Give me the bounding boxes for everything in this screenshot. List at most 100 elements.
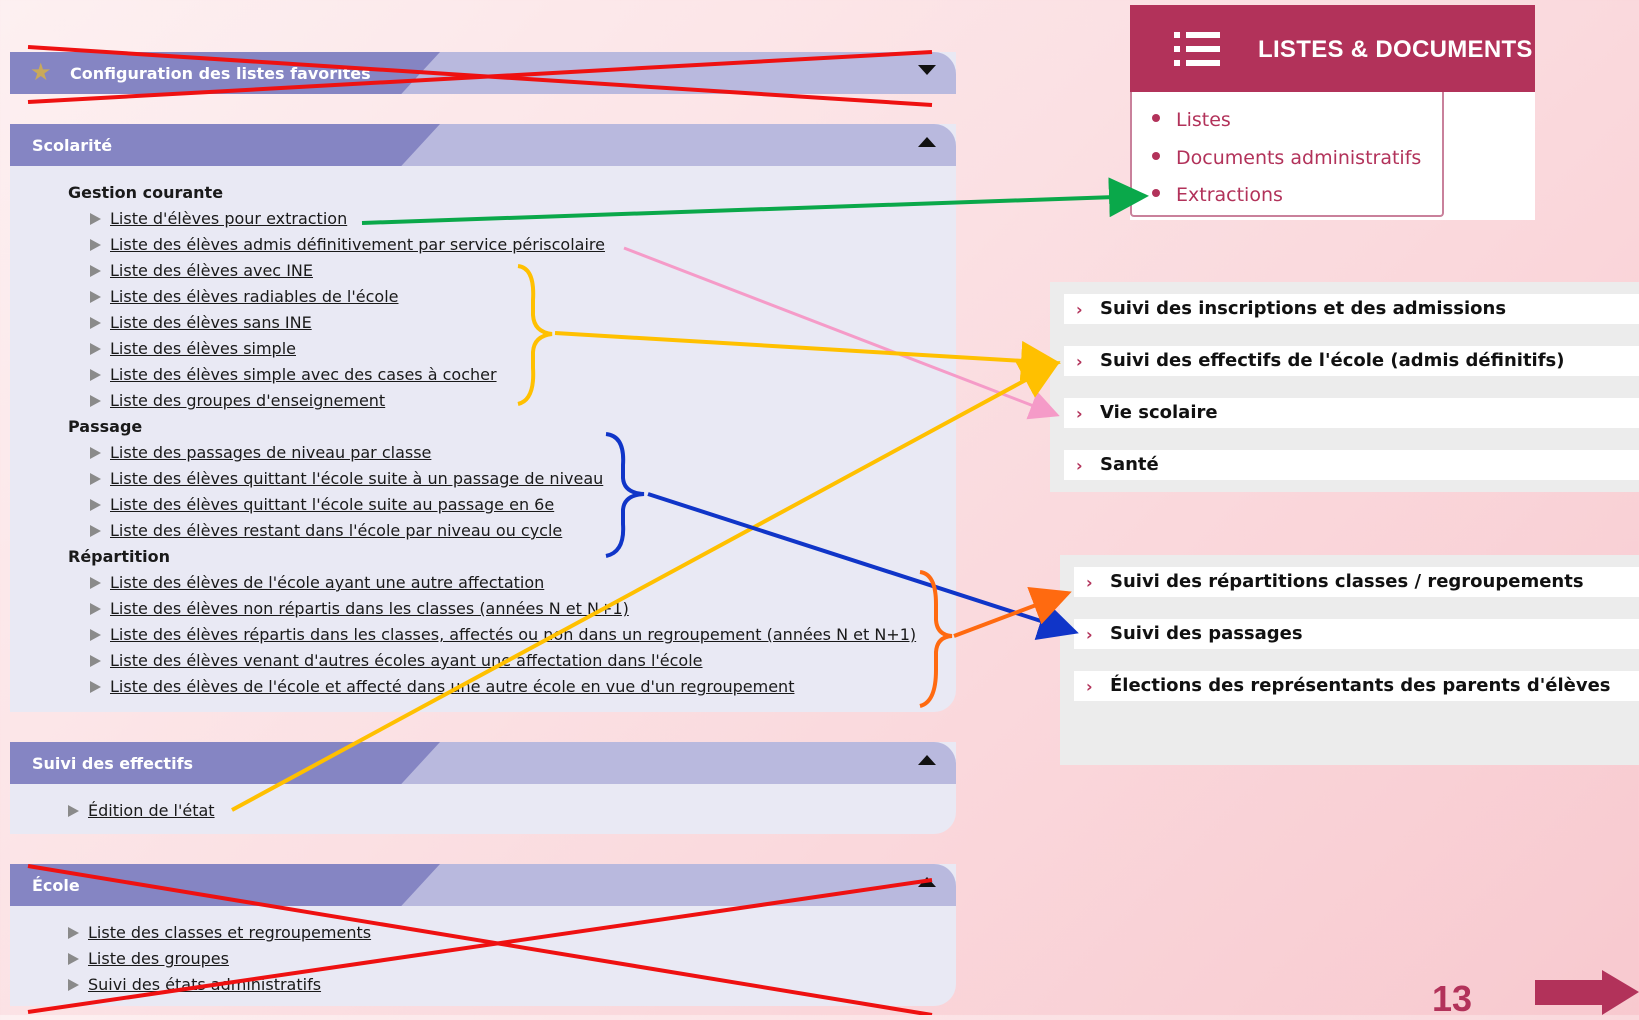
bullet-triangle-icon <box>90 265 101 277</box>
chevron-right-icon: › <box>1076 300 1083 319</box>
bullet-triangle-icon <box>68 927 79 939</box>
list-item: Liste des élèves avec INE <box>90 261 313 280</box>
bullet-triangle-icon <box>90 629 101 641</box>
menu-item-listes[interactable]: Listes <box>1152 109 1231 131</box>
bullet-triangle-icon <box>90 317 101 329</box>
bullet-triangle-icon <box>90 447 101 459</box>
chevron-right-icon: › <box>1076 352 1083 371</box>
suivi-effectifs-panel-header[interactable]: Suivi des effectifs <box>10 742 956 784</box>
bullet-triangle-icon <box>90 291 101 303</box>
list-link[interactable]: Liste des élèves avec INE <box>110 261 313 280</box>
chevron-up-icon[interactable] <box>918 877 936 887</box>
bullet-triangle-icon <box>90 603 101 615</box>
page-number: 13 <box>1432 978 1473 1019</box>
list-item: Liste des élèves de l'école et affecté d… <box>90 677 794 696</box>
list-icon <box>1174 32 1220 66</box>
list-item: Liste des élèves répartis dans les class… <box>90 625 916 644</box>
accordion-bottom: › Suivi des répartitions classes / regrou… <box>1060 555 1639 765</box>
menu-item-label: Documents administratifs <box>1176 147 1422 169</box>
list-item: Liste des élèves admis définitivement pa… <box>90 235 605 254</box>
scolarite-panel-header[interactable]: Scolarité <box>10 124 956 166</box>
list-link[interactable]: Liste des groupes d'enseignement <box>110 391 385 410</box>
chevron-right-icon: › <box>1076 456 1083 475</box>
menu-item-extractions[interactable]: Extractions <box>1152 184 1283 206</box>
bullet-triangle-icon <box>90 239 101 251</box>
list-item: Liste des élèves sans INE <box>90 313 312 332</box>
favorites-panel: ★ Configuration des listes favorites <box>10 52 956 94</box>
list-link[interactable]: Liste des classes et regroupements <box>88 923 371 942</box>
bullet-triangle-icon <box>90 681 101 693</box>
list-link[interactable]: Liste des passages de niveau par classe <box>110 443 431 462</box>
chevron-up-icon[interactable] <box>918 755 936 765</box>
list-item: Suivi des états administratifs <box>68 975 321 994</box>
list-item: Liste des élèves simple avec des cases à… <box>90 365 497 384</box>
chevron-up-icon[interactable] <box>918 137 936 147</box>
list-item: Liste des élèves simple <box>90 339 296 358</box>
accordion-label: Suivi des effectifs de l'école (admis dé… <box>1100 350 1565 371</box>
list-link[interactable]: Liste des élèves répartis dans les class… <box>110 625 916 644</box>
list-link[interactable]: Liste des élèves venant d'autres écoles … <box>110 651 703 670</box>
list-link[interactable]: Liste des élèves restant dans l'école pa… <box>110 521 562 540</box>
ecole-panel-header[interactable]: École <box>10 864 956 906</box>
list-link[interactable]: Liste des élèves non répartis dans les c… <box>110 599 629 618</box>
accordion-label: Suivi des inscriptions et des admissions <box>1100 298 1507 319</box>
next-arrow-icon[interactable] <box>1530 970 1639 1015</box>
accordion-item[interactable]: › Suivi des répartitions classes / regrou… <box>1074 567 1639 597</box>
list-item: Liste des groupes <box>68 949 229 968</box>
list-item: Liste des groupes d'enseignement <box>90 391 385 410</box>
star-icon: ★ <box>30 58 52 86</box>
list-link[interactable]: Liste des élèves de l'école et affecté d… <box>110 677 794 696</box>
panel-title: Configuration des listes favorites <box>70 64 371 83</box>
bullet-triangle-icon <box>68 979 79 991</box>
accordion-label: Suivi des répartitions classes / regroup… <box>1110 571 1584 592</box>
panel-title: Suivi des effectifs <box>32 754 194 773</box>
bullet-triangle-icon <box>90 655 101 667</box>
list-link[interactable]: Liste d'élèves pour extraction <box>110 209 347 228</box>
arrow-orange <box>953 586 1072 638</box>
scolarite-panel: Scolarité Gestion courante Liste d'élève… <box>10 124 956 712</box>
bullet-triangle-icon <box>90 369 101 381</box>
listes-documents-header[interactable]: LISTES & DOCUMENTS <box>1130 5 1535 92</box>
accordion-item[interactable]: › Santé <box>1064 450 1639 480</box>
menu-item-label: Listes <box>1176 109 1231 131</box>
bullet-triangle-icon <box>90 395 101 407</box>
accordion-item[interactable]: › Élections des représentants des parents… <box>1074 671 1639 701</box>
list-link[interactable]: Liste des élèves sans INE <box>110 313 312 332</box>
accordion-item[interactable]: › Vie scolaire <box>1064 398 1639 428</box>
list-item: Édition de l'état <box>68 801 215 820</box>
accordion-label: Élections des représentants des parents … <box>1110 675 1611 696</box>
list-link[interactable]: Liste des élèves quittant l'école suite … <box>110 469 603 488</box>
bullet-dot-icon <box>1152 189 1160 197</box>
list-link[interactable]: Suivi des états administratifs <box>88 975 321 994</box>
group-title: Gestion courante <box>68 183 224 202</box>
chevron-right-icon: › <box>1086 625 1093 644</box>
list-link[interactable]: Liste des élèves simple <box>110 339 296 358</box>
list-item: Liste des élèves non répartis dans les c… <box>90 599 629 618</box>
menu-item-documents-administratifs[interactable]: Documents administratifs <box>1152 147 1421 169</box>
bullet-triangle-icon <box>90 343 101 355</box>
menu-item-label: Extractions <box>1176 184 1283 206</box>
list-link[interactable]: Liste des élèves radiables de l'école <box>110 287 399 306</box>
bullet-triangle-icon <box>90 525 101 537</box>
list-link[interactable]: Liste des élèves de l'école ayant une au… <box>110 573 544 592</box>
accordion-item[interactable]: › Suivi des effectifs de l'école (admis d… <box>1064 346 1639 376</box>
list-link[interactable]: Liste des élèves admis définitivement pa… <box>110 235 605 254</box>
list-link[interactable]: Édition de l'état <box>88 801 215 820</box>
list-item: Liste des élèves venant d'autres écoles … <box>90 651 703 670</box>
list-link[interactable]: Liste des groupes <box>88 949 229 968</box>
chevron-right-icon: › <box>1086 573 1093 592</box>
accordion-label: Suivi des passages <box>1110 623 1303 644</box>
accordion-item[interactable]: › Suivi des passages <box>1074 619 1639 649</box>
accordion-item[interactable]: › Suivi des inscriptions et des admission… <box>1064 294 1639 324</box>
group-title: Répartition <box>68 547 170 566</box>
list-item: Liste des élèves quittant l'école suite … <box>90 495 554 514</box>
list-link[interactable]: Liste des élèves quittant l'école suite … <box>110 495 554 514</box>
list-link[interactable]: Liste des élèves simple avec des cases à… <box>110 365 497 384</box>
list-item: Liste des classes et regroupements <box>68 923 371 942</box>
list-item: Liste des élèves quittant l'école suite … <box>90 469 603 488</box>
bullet-triangle-icon <box>90 499 101 511</box>
accordion-top: › Suivi des inscriptions et des admission… <box>1050 282 1639 492</box>
bullet-triangle-icon <box>68 953 79 965</box>
favorites-panel-header[interactable]: ★ Configuration des listes favorites <box>10 52 956 94</box>
chevron-down-icon[interactable] <box>918 65 936 75</box>
